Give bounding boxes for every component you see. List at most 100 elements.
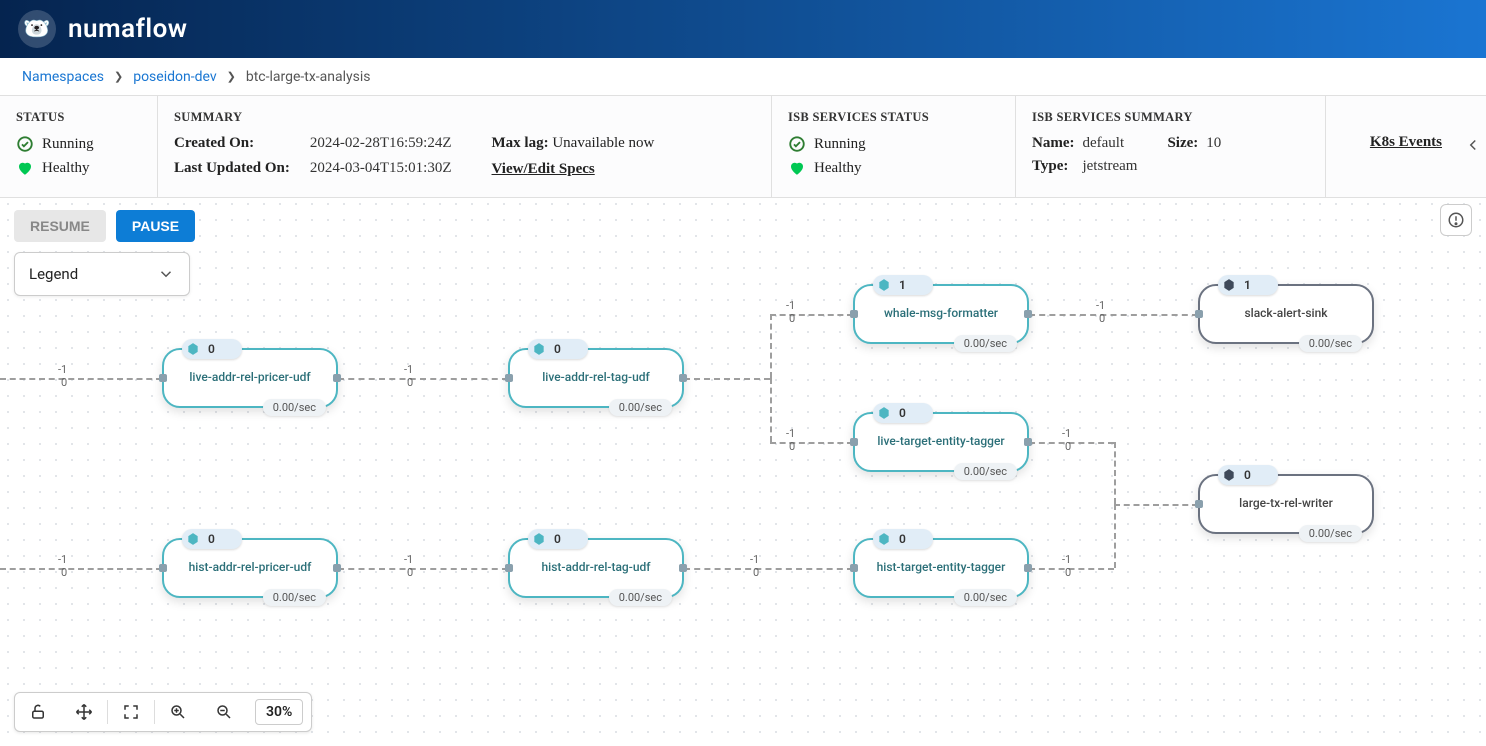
check-circle-icon xyxy=(16,135,34,153)
hexagon-icon xyxy=(877,532,891,546)
port-in xyxy=(850,310,858,318)
zoom-in-button[interactable] xyxy=(155,693,201,731)
panel-title: ISB SERVICES SUMMARY xyxy=(1032,110,1309,125)
edit-spec-link[interactable]: Edit Specs xyxy=(528,161,595,177)
summary-kv: Created On: 2024-02-28T16:59:24Z Last Up… xyxy=(174,135,452,178)
node-hist-addr-rel-tag-udf[interactable]: 0 hist-addr-rel-tag-udf 0.00/sec xyxy=(508,538,684,598)
count-value: 1 xyxy=(899,278,906,292)
node-count-badge: 0 xyxy=(873,403,933,423)
value: default xyxy=(1082,135,1137,152)
breadcrumb-pipeline: btc-large-tx-analysis xyxy=(246,69,371,85)
edge xyxy=(770,314,853,316)
edge xyxy=(0,378,162,380)
node-live-addr-rel-tag-udf[interactable]: 0 live-addr-rel-tag-udf 0.00/sec xyxy=(508,348,684,408)
node-count-badge: 1 xyxy=(1218,275,1278,295)
count-value: 0 xyxy=(554,342,561,356)
port-out xyxy=(679,374,687,382)
panel-isb-summary: ISB SERVICES SUMMARY Name: default Type:… xyxy=(1016,96,1326,197)
node-whale-msg-formatter[interactable]: 1 whale-msg-formatter 0.00/sec xyxy=(853,284,1029,344)
max-lag: Max lag: Unavailable now xyxy=(492,135,655,152)
canvas-controls: 30% xyxy=(14,692,312,732)
hexagon-icon xyxy=(877,278,891,292)
edge-label: -1 0 xyxy=(1062,428,1071,453)
heart-icon xyxy=(16,159,34,177)
pipeline-canvas[interactable]: -1 0 -1 0 -1 0 -1 0 -1 0 -1 0 -1 0 -1 0 … xyxy=(0,196,1486,746)
graph-toolbar: RESUME PAUSE xyxy=(0,200,209,252)
hexagon-icon xyxy=(1222,468,1236,482)
brand-name: numaflow xyxy=(68,14,188,44)
port-out xyxy=(1024,438,1032,446)
k8s-events-link[interactable]: K8s Events xyxy=(1370,134,1442,151)
node-hist-target-entity-tagger[interactable]: 0 hist-target-entity-tagger 0.00/sec xyxy=(853,538,1029,598)
port-in xyxy=(159,374,167,382)
edge-label: -1 0 xyxy=(58,364,67,389)
collapse-panel-icon[interactable] xyxy=(1464,136,1482,158)
edge xyxy=(0,568,162,570)
label: Max lag: xyxy=(492,135,549,151)
node-label: large-tx-rel-writer xyxy=(1200,496,1372,510)
graph-errors-button[interactable] xyxy=(1440,204,1472,236)
edge xyxy=(684,378,770,380)
port-out xyxy=(1024,564,1032,572)
edge xyxy=(770,442,853,444)
node-large-tx-rel-writer[interactable]: 0 large-tx-rel-writer 0.00/sec xyxy=(1198,474,1374,534)
label: Size: xyxy=(1167,135,1198,175)
node-hist-addr-rel-pricer-udf[interactable]: 0 hist-addr-rel-pricer-udf 0.00/sec xyxy=(162,538,338,598)
breadcrumb-root[interactable]: Namespaces xyxy=(22,69,104,85)
edge-label: -1 0 xyxy=(750,554,759,579)
edge xyxy=(770,378,772,442)
resume-button[interactable]: RESUME xyxy=(14,210,106,242)
lock-toggle[interactable] xyxy=(15,693,61,731)
count-value: 0 xyxy=(208,532,215,546)
node-rate: 0.00/sec xyxy=(1299,525,1362,542)
panel-title: SUMMARY xyxy=(174,110,755,125)
pause-button[interactable]: PAUSE xyxy=(116,210,195,242)
brand-logo[interactable]: 🐻‍❄️ numaflow xyxy=(18,10,188,48)
node-slack-alert-sink[interactable]: 1 slack-alert-sink 0.00/sec xyxy=(1198,284,1374,344)
node-rate: 0.00/sec xyxy=(954,463,1017,480)
port-in xyxy=(505,564,513,572)
node-live-target-entity-tagger[interactable]: 0 live-target-entity-tagger 0.00/sec xyxy=(853,412,1029,472)
edge-label: -1 0 xyxy=(58,554,67,579)
panel-status: STATUS Running Healthy xyxy=(0,96,158,197)
view-spec-link[interactable]: View xyxy=(492,161,524,177)
edge xyxy=(1029,442,1114,444)
node-live-addr-rel-pricer-udf[interactable]: 0 live-addr-rel-pricer-udf 0.00/sec xyxy=(162,348,338,408)
check-circle-icon xyxy=(788,135,806,153)
node-rate: 0.00/sec xyxy=(263,589,326,606)
label: Name: xyxy=(1032,135,1074,152)
zoom-level[interactable]: 30% xyxy=(255,699,303,725)
breadcrumb-namespace[interactable]: poseidon-dev xyxy=(133,69,216,85)
node-count-badge: 0 xyxy=(182,339,242,359)
heart-icon xyxy=(788,159,806,177)
node-count-badge: 0 xyxy=(182,529,242,549)
node-count-badge: 1 xyxy=(873,275,933,295)
port-out xyxy=(333,564,341,572)
port-in xyxy=(850,438,858,446)
node-label: whale-msg-formatter xyxy=(855,306,1027,320)
panel-title: ISB SERVICES STATUS xyxy=(788,110,999,125)
port-in xyxy=(1195,500,1203,508)
spec-links: View/Edit Specs xyxy=(492,158,655,178)
edge-label: -1 0 xyxy=(1096,300,1105,325)
edge xyxy=(1114,504,1198,506)
zoom-in-icon xyxy=(169,703,187,721)
hexagon-icon xyxy=(532,532,546,546)
port-out xyxy=(679,564,687,572)
breadcrumb: Namespaces ❯ poseidon-dev ❯ btc-large-tx… xyxy=(0,58,1486,96)
zoom-out-button[interactable] xyxy=(201,693,247,731)
summary-right-col: Max lag: Unavailable now View/Edit Specs xyxy=(492,135,655,178)
value: 2024-03-04T15:01:30Z xyxy=(310,160,452,179)
status-healthy: Healthy xyxy=(16,159,141,177)
hexagon-icon xyxy=(877,406,891,420)
edge-label: -1 0 xyxy=(786,428,795,453)
port-in xyxy=(505,374,513,382)
pan-toggle[interactable] xyxy=(61,693,107,731)
panel-summary: SUMMARY Created On: 2024-02-28T16:59:24Z… xyxy=(158,96,772,197)
count-value: 1 xyxy=(1244,278,1251,292)
edge xyxy=(1114,442,1116,504)
app-header: 🐻‍❄️ numaflow xyxy=(0,0,1486,58)
legend-select[interactable]: Legend xyxy=(14,252,190,296)
fullscreen-button[interactable] xyxy=(108,693,154,731)
node-label: live-target-entity-tagger xyxy=(855,434,1027,448)
